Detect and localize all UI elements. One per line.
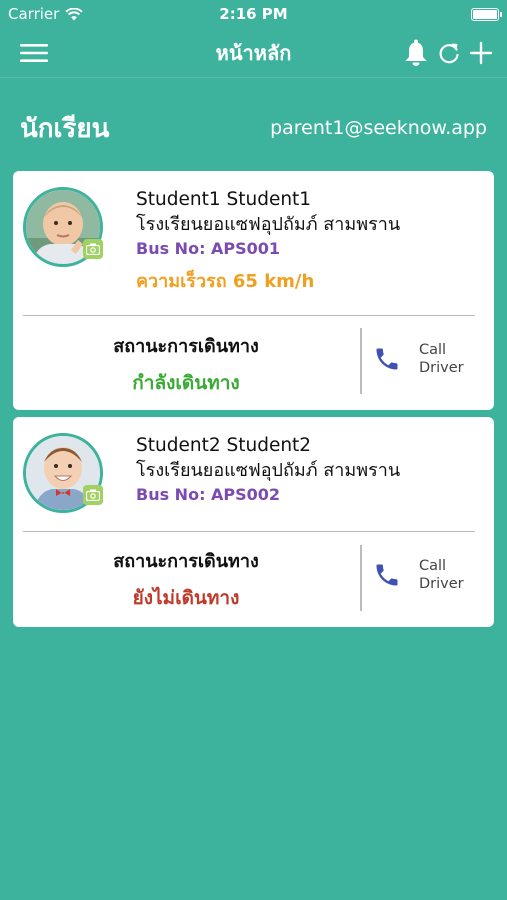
avatar-container xyxy=(23,187,103,267)
carrier-label: Carrier xyxy=(8,5,60,23)
refresh-button[interactable] xyxy=(437,41,461,65)
travel-status: สถานะการเดินทาง ยังไม่เดินทาง xyxy=(13,549,359,613)
battery-icon xyxy=(471,7,502,21)
bell-icon xyxy=(405,39,427,66)
call-driver-label: Call Driver xyxy=(419,557,464,593)
divider xyxy=(23,531,475,532)
student-info: Student1 Student1 โรงเรียนยอแซฟอุปถัมภ์ … xyxy=(136,187,484,295)
school-name: โรงเรียนยอแซฟอุปถัมภ์ สามพราน xyxy=(136,460,401,481)
call-driver-label: Call Driver xyxy=(419,341,464,377)
student-card[interactable]: Student2 Student2 โรงเรียนยอแซฟอุปถัมภ์ … xyxy=(13,417,494,627)
section-title: นักเรียน xyxy=(20,113,110,144)
nav-actions xyxy=(403,39,493,67)
student-card[interactable]: Student1 Student1 โรงเรียนยอแซฟอุปถัมภ์ … xyxy=(13,171,494,410)
camera-button[interactable] xyxy=(83,485,103,505)
user-email: parent1@seeknow.app xyxy=(270,117,487,139)
travel-status: สถานะการเดินทาง กำลังเดินทาง xyxy=(13,334,359,398)
bus-number: Bus No: APS002 xyxy=(136,485,281,504)
camera-button[interactable] xyxy=(83,239,103,259)
student-info: Student2 Student2 โรงเรียนยอแซฟอุปถัมภ์ … xyxy=(136,433,484,507)
camera-icon xyxy=(86,489,100,501)
nav-bar: หน้าหลัก xyxy=(0,28,507,78)
call-label: Call xyxy=(419,342,447,358)
menu-button[interactable] xyxy=(20,42,48,64)
avatar-container xyxy=(23,433,103,513)
travel-status-label: สถานะการเดินทาง xyxy=(113,336,259,357)
notifications-button[interactable] xyxy=(403,39,429,67)
travel-status-value: ยังไม่เดินทาง xyxy=(132,587,240,609)
student-name: Student2 Student2 xyxy=(136,435,312,456)
vertical-divider xyxy=(360,328,362,394)
divider xyxy=(23,315,475,316)
add-button[interactable] xyxy=(469,41,493,65)
phone-icon xyxy=(376,348,398,370)
travel-status-label: สถานะการเดินทาง xyxy=(113,551,259,572)
call-driver-button[interactable]: Call Driver xyxy=(373,557,478,593)
driver-label: Driver xyxy=(419,360,464,376)
status-bar: Carrier 2:16 PM xyxy=(0,0,507,28)
wifi-icon xyxy=(65,7,84,20)
bus-number: Bus No: APS001 xyxy=(136,239,281,258)
refresh-icon xyxy=(439,43,459,63)
travel-status-value: กำลังเดินทาง xyxy=(132,372,240,394)
status-left: Carrier xyxy=(8,5,84,23)
menu-icon xyxy=(20,43,48,62)
school-name: โรงเรียนยอแซฟอุปถัมภ์ สามพราน xyxy=(136,214,401,235)
add-icon xyxy=(469,41,493,64)
student-name: Student1 Student1 xyxy=(136,189,312,210)
call-label: Call xyxy=(419,558,447,574)
camera-icon xyxy=(86,243,100,255)
phone-icon xyxy=(376,564,398,586)
bus-speed: ความเร็วรถ 65 km/h xyxy=(136,271,315,292)
section-header: นักเรียน parent1@seeknow.app xyxy=(0,78,507,156)
vertical-divider xyxy=(360,545,362,611)
driver-label: Driver xyxy=(419,576,464,592)
call-driver-button[interactable]: Call Driver xyxy=(373,341,478,377)
